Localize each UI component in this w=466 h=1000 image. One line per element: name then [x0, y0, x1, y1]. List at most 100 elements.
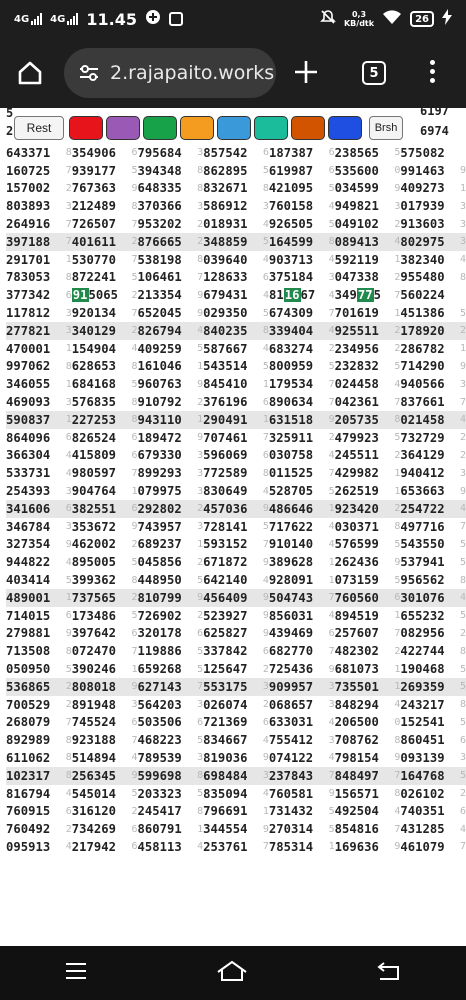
number-cell[interactable]: 928091 [269, 573, 329, 587]
number-cell[interactable]: 206500 [335, 715, 395, 729]
number-cell[interactable]: 721369 [203, 715, 263, 729]
number-cell[interactable]: 021458 [400, 413, 460, 427]
number-cell[interactable]: 503506 [137, 715, 197, 729]
number-cell[interactable]: 397642 [72, 626, 132, 640]
back-button[interactable] [376, 961, 402, 985]
number-cell[interactable]: 026074 [203, 698, 263, 712]
number-cell[interactable]: 743957 [137, 520, 197, 534]
number-cell[interactable]: 160725 [6, 164, 66, 178]
number-cell[interactable]: 830649 [203, 484, 263, 498]
number-cell[interactable]: 536865 [6, 680, 66, 694]
number-cell[interactable]: 593152 [203, 537, 263, 551]
number-cell[interactable]: 256345 [72, 769, 132, 783]
number-cell[interactable]: 409273 [400, 181, 460, 195]
number-cell[interactable]: 980597 [72, 466, 132, 480]
number-cell[interactable]: 270314 [269, 822, 329, 836]
number-cell[interactable]: 628653 [72, 359, 132, 373]
number-cell[interactable]: 909957 [269, 680, 329, 694]
number-cell[interactable]: 390246 [72, 662, 132, 676]
number-cell[interactable]: 940566 [400, 377, 460, 391]
number-cell[interactable]: 348859 [203, 235, 263, 249]
number-cell[interactable]: 659268 [137, 662, 197, 676]
number-cell[interactable]: 469093 [6, 395, 66, 409]
number-cell[interactable]: 382340 [400, 253, 460, 267]
number-cell[interactable]: 213354 [137, 288, 197, 302]
number-cell[interactable]: 082956 [400, 626, 460, 640]
number-cell[interactable]: 590837 [6, 413, 66, 427]
number-cell[interactable]: 845410 [203, 377, 263, 391]
number-cell[interactable]: 891948 [72, 698, 132, 712]
home-nav-button[interactable] [216, 960, 248, 986]
number-cell[interactable]: 655232 [400, 609, 460, 623]
number-cell[interactable]: 816794 [6, 787, 66, 801]
number-cell[interactable]: 728141 [203, 520, 263, 534]
number-cell[interactable]: 128633 [203, 270, 263, 284]
number-cell[interactable]: 726507 [72, 217, 132, 231]
number-cell[interactable]: 717622 [269, 520, 329, 534]
address-bar[interactable]: 2.rajapaito.works [64, 48, 276, 98]
number-cell[interactable]: 783053 [6, 270, 66, 284]
number-cell[interactable]: 089413 [335, 235, 395, 249]
number-cell[interactable]: 892989 [6, 733, 66, 747]
number-cell[interactable]: 755412 [269, 733, 329, 747]
number-cell[interactable]: 860451 [400, 733, 460, 747]
number-cell[interactable]: 795684 [137, 146, 197, 160]
number-cell[interactable]: 732729 [400, 431, 460, 445]
number-cell[interactable]: 533731 [6, 466, 66, 480]
number-cell[interactable]: 203323 [137, 787, 197, 801]
color-swatch-orange[interactable] [180, 116, 214, 140]
number-cell[interactable]: 354906 [72, 146, 132, 160]
number-cell[interactable]: 237843 [269, 769, 329, 783]
number-cell[interactable]: 431285 [400, 822, 460, 836]
number-cell[interactable]: 876665 [137, 235, 197, 249]
number-cell[interactable]: 243217 [400, 698, 460, 712]
number-cell[interactable]: 681073 [335, 662, 395, 676]
number-cell[interactable]: 268079 [6, 715, 66, 729]
number-cell[interactable]: 389628 [269, 555, 329, 569]
number-cell[interactable]: 514894 [72, 751, 132, 765]
brush-button[interactable]: Brsh [369, 116, 403, 140]
number-cell[interactable]: 292802 [137, 502, 197, 516]
number-cell[interactable]: 925511 [335, 324, 395, 338]
number-cell[interactable]: 864096 [6, 431, 66, 445]
color-swatch-blue[interactable] [328, 116, 362, 140]
number-cell[interactable]: 796691 [203, 804, 263, 818]
number-cell[interactable]: 344554 [203, 822, 263, 836]
number-cell[interactable]: 674309 [269, 306, 329, 320]
number-cell[interactable]: 760581 [269, 787, 329, 801]
number-cell[interactable]: 543550 [400, 537, 460, 551]
number-cell[interactable]: 872241 [72, 270, 132, 284]
new-tab-button[interactable] [293, 55, 319, 93]
number-cell[interactable]: 772589 [203, 466, 263, 480]
number-cell[interactable]: 625827 [203, 626, 263, 640]
url-text[interactable]: 2.rajapaito.works [110, 62, 274, 84]
number-cell[interactable]: 528705 [269, 484, 329, 498]
number-cell[interactable]: 227253 [72, 413, 132, 427]
number-cell[interactable]: 169636 [335, 840, 395, 854]
number-cell[interactable]: 157002 [6, 181, 66, 195]
number-cell[interactable]: 955480 [400, 270, 460, 284]
number-cell[interactable]: 596069 [203, 448, 263, 462]
number-cell[interactable]: 034599 [335, 181, 395, 195]
number-cell[interactable]: 253761 [203, 840, 263, 854]
number-cell[interactable]: 862895 [203, 164, 263, 178]
number-cell[interactable]: 030371 [335, 520, 395, 534]
number-cell[interactable]: 725436 [269, 662, 329, 676]
number-cell[interactable]: 340129 [72, 324, 132, 338]
number-cell[interactable]: 011525 [269, 466, 329, 480]
number-cell[interactable]: 679431 [203, 288, 263, 302]
number-cell[interactable]: 073159 [335, 573, 395, 587]
number-cell[interactable]: 923188 [72, 733, 132, 747]
number-cell[interactable]: 029350 [203, 306, 263, 320]
number-cell[interactable]: 327354 [6, 537, 66, 551]
number-cell[interactable]: 643371 [6, 146, 66, 160]
number-cell[interactable]: 811667 [269, 288, 329, 303]
number-cell[interactable]: 530770 [72, 253, 132, 267]
number-cell[interactable]: 190468 [400, 662, 460, 676]
number-cell[interactable]: 587667 [203, 342, 263, 356]
number-cell[interactable]: 205735 [335, 413, 395, 427]
number-cell[interactable]: 857542 [203, 146, 263, 160]
number-cell[interactable]: 848294 [335, 698, 395, 712]
number-cell[interactable]: 301076 [400, 591, 460, 605]
number-cell[interactable]: 943110 [137, 413, 197, 427]
